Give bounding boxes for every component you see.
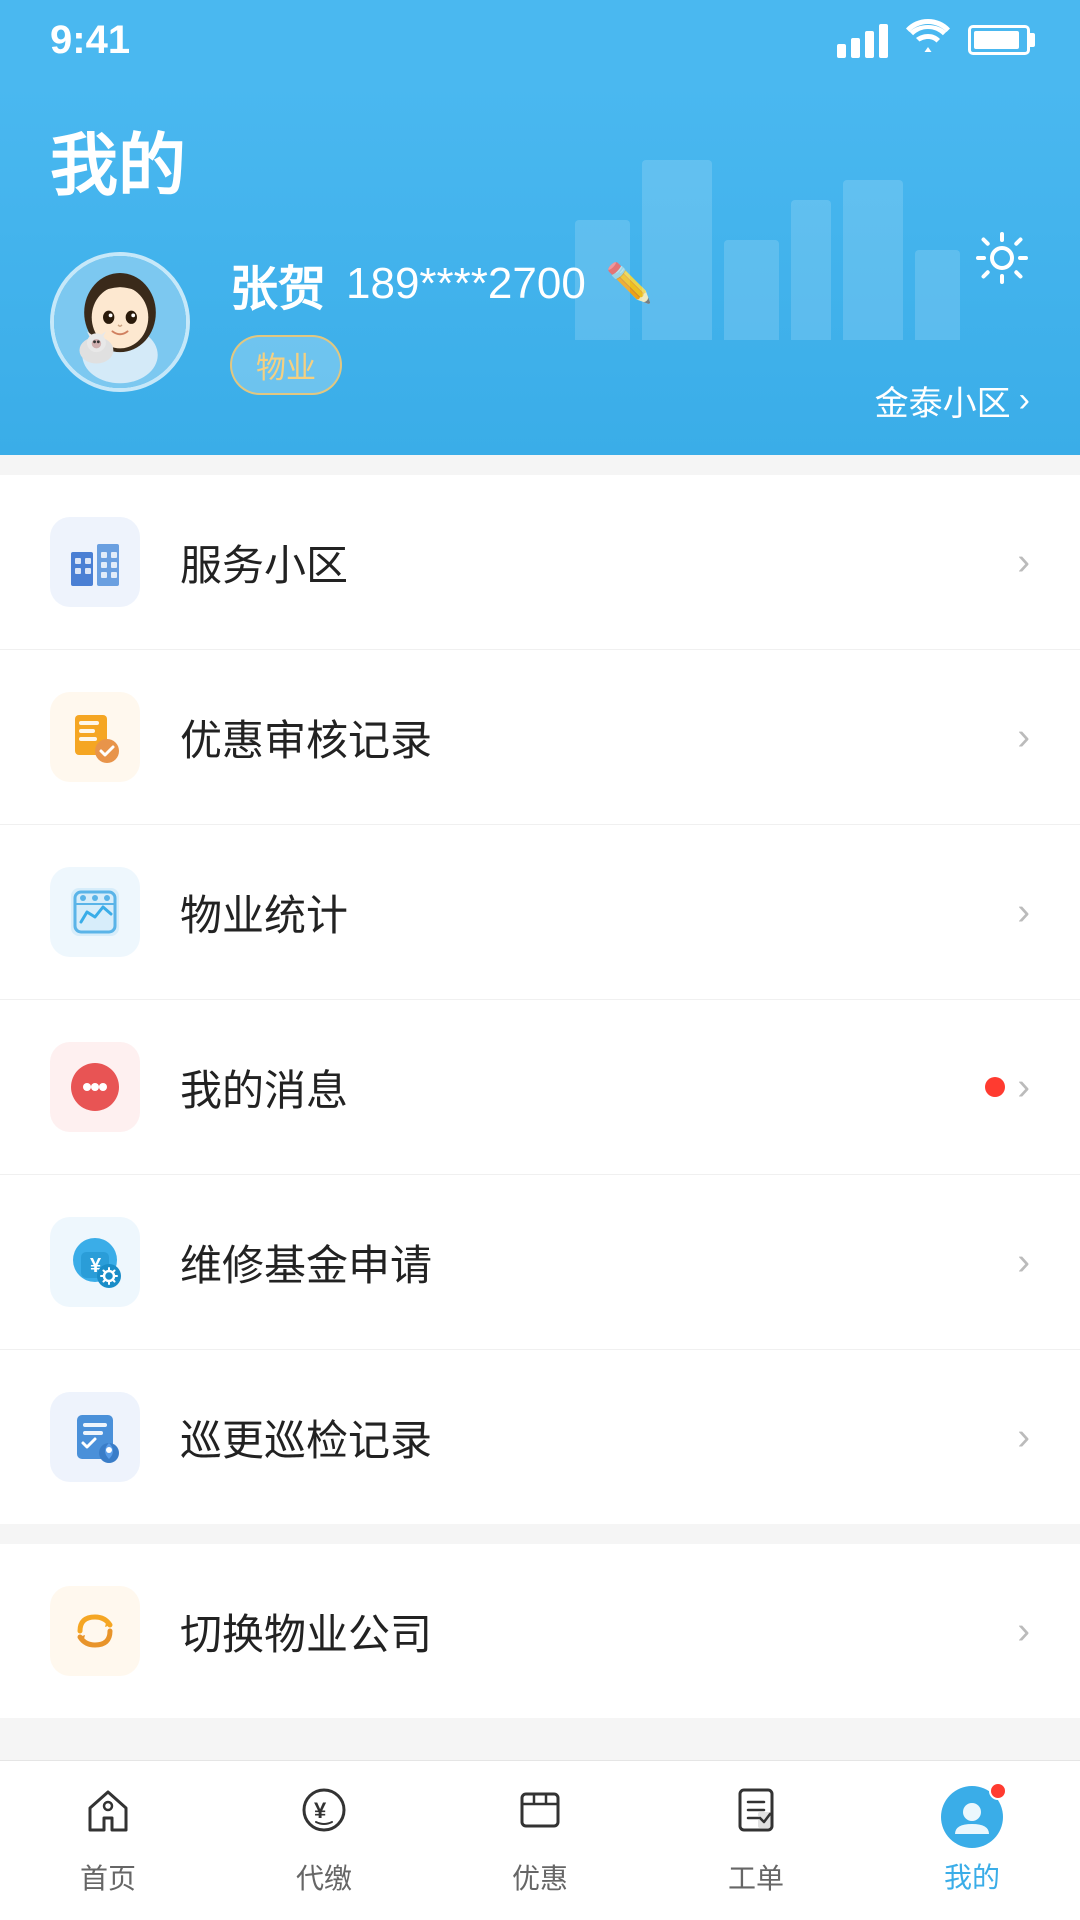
nav-mine-avatar xyxy=(941,1786,1003,1848)
property-stats-icon xyxy=(50,867,140,957)
status-icons xyxy=(837,19,1030,62)
status-bar: 9:41 xyxy=(0,0,1080,80)
menu-right-maintenance-fund: › xyxy=(1017,1241,1030,1284)
nav-item-home[interactable]: 首页 xyxy=(33,1784,183,1897)
nav-label-payment: 代缴 xyxy=(296,1857,352,1897)
wifi-icon xyxy=(906,19,950,62)
profile-name: 张贺 xyxy=(230,249,326,319)
profile-phone: 189****2700 xyxy=(346,259,586,309)
menu-item-my-messages[interactable]: 我的消息 › xyxy=(0,1000,1080,1175)
settings-icon[interactable] xyxy=(974,230,1030,299)
menu-item-service-community[interactable]: 服务小区 › xyxy=(0,475,1080,650)
menu-right-property-stats: › xyxy=(1017,891,1030,934)
avatar-image xyxy=(54,256,186,388)
signal-icon xyxy=(837,22,888,58)
my-messages-icon xyxy=(50,1042,140,1132)
menu-item-maintenance-fund[interactable]: ¥ 维修基金申请 › xyxy=(0,1175,1080,1350)
menu-label-service-community: 服务小区 xyxy=(180,532,1017,593)
chevron-icon: › xyxy=(1017,891,1030,934)
nav-item-discount[interactable]: 优惠 xyxy=(465,1784,615,1897)
menu-label-discount-review: 优惠审核记录 xyxy=(180,707,1017,768)
battery-icon xyxy=(968,25,1030,55)
chevron-icon: › xyxy=(1017,716,1030,759)
community-chevron: › xyxy=(1019,381,1030,420)
nav-label-mine: 我的 xyxy=(944,1856,1000,1896)
chevron-icon: › xyxy=(1017,1610,1030,1653)
nav-label-workorder: 工单 xyxy=(728,1857,784,1897)
nav-label-home: 首页 xyxy=(80,1857,136,1897)
bottom-nav: 首页 ¥ 代缴 优惠 xyxy=(0,1760,1080,1920)
menu-right-my-messages: › xyxy=(985,1066,1030,1109)
chevron-icon: › xyxy=(1017,541,1030,584)
svg-text:¥: ¥ xyxy=(314,1798,327,1823)
menu-item-property-stats[interactable]: 物业统计 › xyxy=(0,825,1080,1000)
status-time: 9:41 xyxy=(50,18,130,63)
nav-item-workorder[interactable]: 工单 xyxy=(681,1784,831,1897)
header-section: 我的 xyxy=(0,80,1080,455)
nav-label-discount: 优惠 xyxy=(512,1857,568,1897)
switch-company-icon xyxy=(50,1586,140,1676)
menu-item-patrol-record[interactable]: 巡更巡检记录 › xyxy=(0,1350,1080,1524)
chevron-icon: › xyxy=(1017,1241,1030,1284)
community-name: 金泰小区 xyxy=(875,376,1011,425)
patrol-record-icon xyxy=(50,1392,140,1482)
menu-right-switch-company: › xyxy=(1017,1610,1030,1653)
avatar[interactable] xyxy=(50,252,190,392)
decorative-buildings xyxy=(575,160,960,340)
nav-item-mine[interactable]: 我的 xyxy=(897,1786,1047,1896)
menu-label-my-messages: 我的消息 xyxy=(180,1057,985,1118)
menu-label-maintenance-fund: 维修基金申请 xyxy=(180,1232,1017,1293)
menu-right-service-community: › xyxy=(1017,541,1030,584)
switch-menu-section: 切换物业公司 › xyxy=(0,1544,1080,1718)
menu-right-discount-review: › xyxy=(1017,716,1030,759)
menu-label-switch-company: 切换物业公司 xyxy=(180,1601,1017,1662)
main-menu-section: 服务小区 › 优惠审核记录 › xyxy=(0,475,1080,1524)
discount-icon xyxy=(514,1784,566,1849)
chevron-icon: › xyxy=(1017,1416,1030,1459)
service-community-icon xyxy=(50,517,140,607)
nav-item-payment[interactable]: ¥ 代缴 xyxy=(249,1784,399,1897)
message-dot xyxy=(985,1077,1005,1097)
payment-icon: ¥ xyxy=(298,1784,350,1849)
menu-label-patrol-record: 巡更巡检记录 xyxy=(180,1407,1017,1468)
menu-item-discount-review[interactable]: 优惠审核记录 › xyxy=(0,650,1080,825)
menu-right-patrol-record: › xyxy=(1017,1416,1030,1459)
discount-review-icon xyxy=(50,692,140,782)
home-icon xyxy=(82,1784,134,1849)
role-badge: 物业 xyxy=(230,335,342,395)
community-link[interactable]: 金泰小区 › xyxy=(875,376,1030,425)
maintenance-fund-icon: ¥ xyxy=(50,1217,140,1307)
workorder-icon xyxy=(730,1784,782,1849)
chevron-icon: › xyxy=(1017,1066,1030,1109)
menu-item-switch-company[interactable]: 切换物业公司 › xyxy=(0,1544,1080,1718)
nav-mine-dot xyxy=(989,1782,1007,1800)
menu-label-property-stats: 物业统计 xyxy=(180,882,1017,943)
